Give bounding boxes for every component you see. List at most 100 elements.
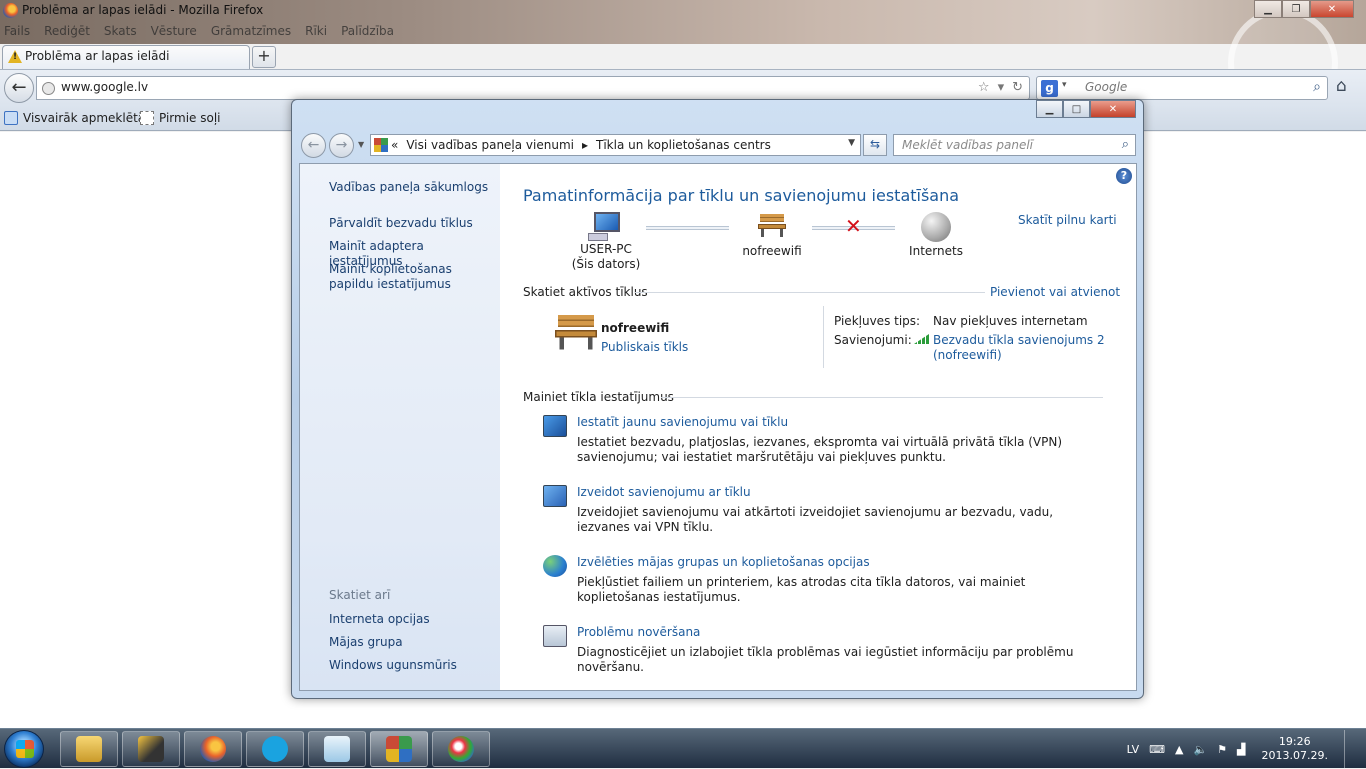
search-icon[interactable]: ⌕ <box>1122 137 1129 152</box>
menu-edit[interactable]: Rediģēt <box>44 24 90 38</box>
computer-name: USER-PC <box>580 242 632 256</box>
netmap-network[interactable]: nofreewifi <box>733 212 811 259</box>
bookmark-getting-started[interactable]: Pirmie soļi <box>140 111 221 125</box>
breadcrumb-network-center[interactable]: Tīkla un koplietošanas centrs <box>596 138 771 152</box>
taskbar-explorer[interactable] <box>60 731 118 767</box>
url-bar[interactable]: www.google.lv ☆ ▾ ↻ <box>36 76 1030 100</box>
sidebar-internet-options[interactable]: Interneta opcijas <box>329 612 494 627</box>
new-connection-icon <box>543 415 567 437</box>
bookmark-label: Pirmie soļi <box>159 111 221 125</box>
wifi-signal-icon <box>914 334 929 344</box>
warning-icon: ! <box>8 50 22 63</box>
cp-minimize-button[interactable]: ▁ <box>1036 100 1063 118</box>
menu-tools[interactable]: Rīki <box>305 24 327 38</box>
action-center-flag-icon[interactable]: ⚑ <box>1217 743 1227 756</box>
taskbar-winamp[interactable] <box>122 731 180 767</box>
connection-link-line1: Bezvadu tīkla savienojums 2 <box>933 333 1105 347</box>
sidebar-home-link[interactable]: Vadības paneļa sākumlogs <box>329 180 494 195</box>
reload-icon[interactable]: ↻ <box>1012 80 1023 95</box>
taskbar-notepad[interactable] <box>308 731 366 767</box>
network-type-link[interactable]: Publiskais tīkls <box>601 340 688 354</box>
network-status-icon[interactable]: ▟ <box>1237 743 1245 756</box>
vertical-divider <box>823 306 824 368</box>
new-tab-button[interactable]: + <box>252 46 276 68</box>
back-button[interactable]: ← <box>4 73 34 103</box>
sidebar-manage-wireless[interactable]: Pārvaldīt bezvadu tīklus <box>329 216 494 231</box>
cp-refresh-button[interactable]: ⇆ <box>863 134 887 156</box>
close-button[interactable]: ✕ <box>1310 0 1354 18</box>
bookmark-folder-icon <box>4 111 18 125</box>
taskbar-skype[interactable] <box>246 731 304 767</box>
taskbar-control-panel[interactable] <box>370 731 428 767</box>
clock-date: 2013.07.29. <box>1261 749 1328 762</box>
bookmark-most-visited[interactable]: Visvairāk apmeklētās <box>4 111 151 125</box>
address-dropdown-icon[interactable]: ▼ <box>848 138 855 148</box>
homegroup-link[interactable]: Izvēlēties mājas grupas un koplietošanas… <box>577 555 870 569</box>
sidebar-advanced-sharing[interactable]: Mainīt koplietošanas papildu iestatījumu… <box>329 262 494 292</box>
active-network-icon <box>543 312 597 352</box>
cp-close-button[interactable]: ✕ <box>1090 100 1136 118</box>
keyboard-icon[interactable]: ⌨ <box>1149 743 1165 756</box>
connect-network-link[interactable]: Izveidot savienojumu ar tīklu <box>577 485 751 499</box>
public-network-bench-icon <box>552 312 600 351</box>
breadcrumb-overflow[interactable]: « <box>391 138 398 152</box>
troubleshoot-link[interactable]: Problēmu novēršana <box>577 625 700 639</box>
netmap-link-ok <box>646 226 729 230</box>
engine-dropdown-icon[interactable]: ▾ <box>1062 80 1067 90</box>
search-bar[interactable]: g ▾ Google ⌕ <box>1036 76 1328 100</box>
menu-help[interactable]: Palīdzība <box>341 24 394 38</box>
search-icon[interactable]: ⌕ <box>1313 79 1321 95</box>
cp-maximize-button[interactable]: □ <box>1063 100 1090 118</box>
menu-history[interactable]: Vēsture <box>151 24 197 38</box>
clock[interactable]: 19:26 2013.07.29. <box>1256 735 1334 763</box>
cp-sidebar: Vadības paneļa sākumlogs Pārvaldīt bezva… <box>300 164 500 690</box>
breadcrumb-separator[interactable]: ▸ <box>582 138 588 152</box>
cp-address-bar[interactable]: « Visi vadības paneļa vienumi ▸ Tīkla un… <box>370 134 861 156</box>
language-indicator[interactable]: LV <box>1127 743 1139 756</box>
netmap-internet[interactable]: Internets <box>897 212 975 259</box>
setup-connection-link[interactable]: Iestatīt jaunu savienojumu vai tīklu <box>577 415 788 429</box>
internet-label: Internets <box>909 244 963 258</box>
clock-time: 19:26 <box>1278 735 1311 748</box>
explorer-folder-icon <box>76 736 102 762</box>
cp-back-button[interactable]: ← <box>301 133 326 158</box>
see-full-map-link[interactable]: Skatīt pilnu karti <box>1018 213 1117 227</box>
breadcrumb-all-items[interactable]: Visi vadības paneļa vienumi <box>406 138 574 152</box>
cp-main-content: Pamatinformācija par tīklu un savienojum… <box>523 164 1120 690</box>
start-button[interactable] <box>4 730 44 768</box>
taskbar-firefox[interactable] <box>184 731 242 767</box>
cp-forward-button[interactable]: → <box>329 133 354 158</box>
home-icon[interactable]: ⌂ <box>1336 76 1347 96</box>
sidebar-homegroup[interactable]: Mājas grupa <box>329 635 494 650</box>
menu-file[interactable]: Fails <box>4 24 30 38</box>
firefox-window-controls: ▁ ❐ ✕ <box>1254 0 1354 18</box>
menu-bookmarks[interactable]: Grāmatzīmes <box>211 24 291 38</box>
show-desktop-button[interactable] <box>1344 730 1358 768</box>
netmap-computer[interactable]: USER-PC (Šis dators) <box>567 212 645 272</box>
connection-link-line2: (nofreewifi) <box>933 348 1002 362</box>
connect-disconnect-link[interactable]: Pievienot vai atvienot <box>990 285 1120 299</box>
volume-icon[interactable]: 🔈 <box>1193 743 1207 756</box>
show-hidden-icons-icon[interactable]: ▲ <box>1175 743 1183 756</box>
firefox-logo-icon[interactable] <box>3 3 18 18</box>
google-engine-icon[interactable]: g <box>1041 80 1058 97</box>
firefox-menubar: Fails Rediģēt Skats Vēsture Grāmatzīmes … <box>4 24 394 38</box>
active-networks-heading: Skatiet aktīvos tīklus <box>523 285 648 299</box>
tab-active[interactable]: ! Problēma ar lapas ielādi <box>2 45 250 69</box>
sidebar-windows-firewall[interactable]: Windows ugunsmūris <box>329 658 494 673</box>
recent-pages-dropdown-icon[interactable]: ▼ <box>358 140 364 149</box>
wireless-connection-link[interactable]: Bezvadu tīkla savienojums 2 (nofreewifi) <box>933 333 1105 363</box>
history-dropdown-icon[interactable]: ▾ <box>998 80 1005 95</box>
help-icon[interactable]: ? <box>1116 168 1132 184</box>
minimize-button[interactable]: ▁ <box>1254 0 1282 18</box>
menu-view[interactable]: Skats <box>104 24 137 38</box>
restore-button[interactable]: ❐ <box>1282 0 1310 18</box>
cp-search-input[interactable]: Meklēt vadības panelī ⌕ <box>893 134 1136 156</box>
bookmark-star-icon[interactable]: ☆ <box>978 80 990 95</box>
see-also-heading: Skatiet arī <box>329 588 391 602</box>
site-identity-icon[interactable] <box>42 82 55 95</box>
taskbar-paint[interactable] <box>432 731 490 767</box>
no-connection-x-icon[interactable]: ✕ <box>845 214 862 238</box>
cp-body: Vadības paneļa sākumlogs Pārvaldīt bezva… <box>299 163 1137 691</box>
troubleshoot-desc: Diagnosticējiet un izlabojiet tīkla prob… <box>577 645 1074 674</box>
